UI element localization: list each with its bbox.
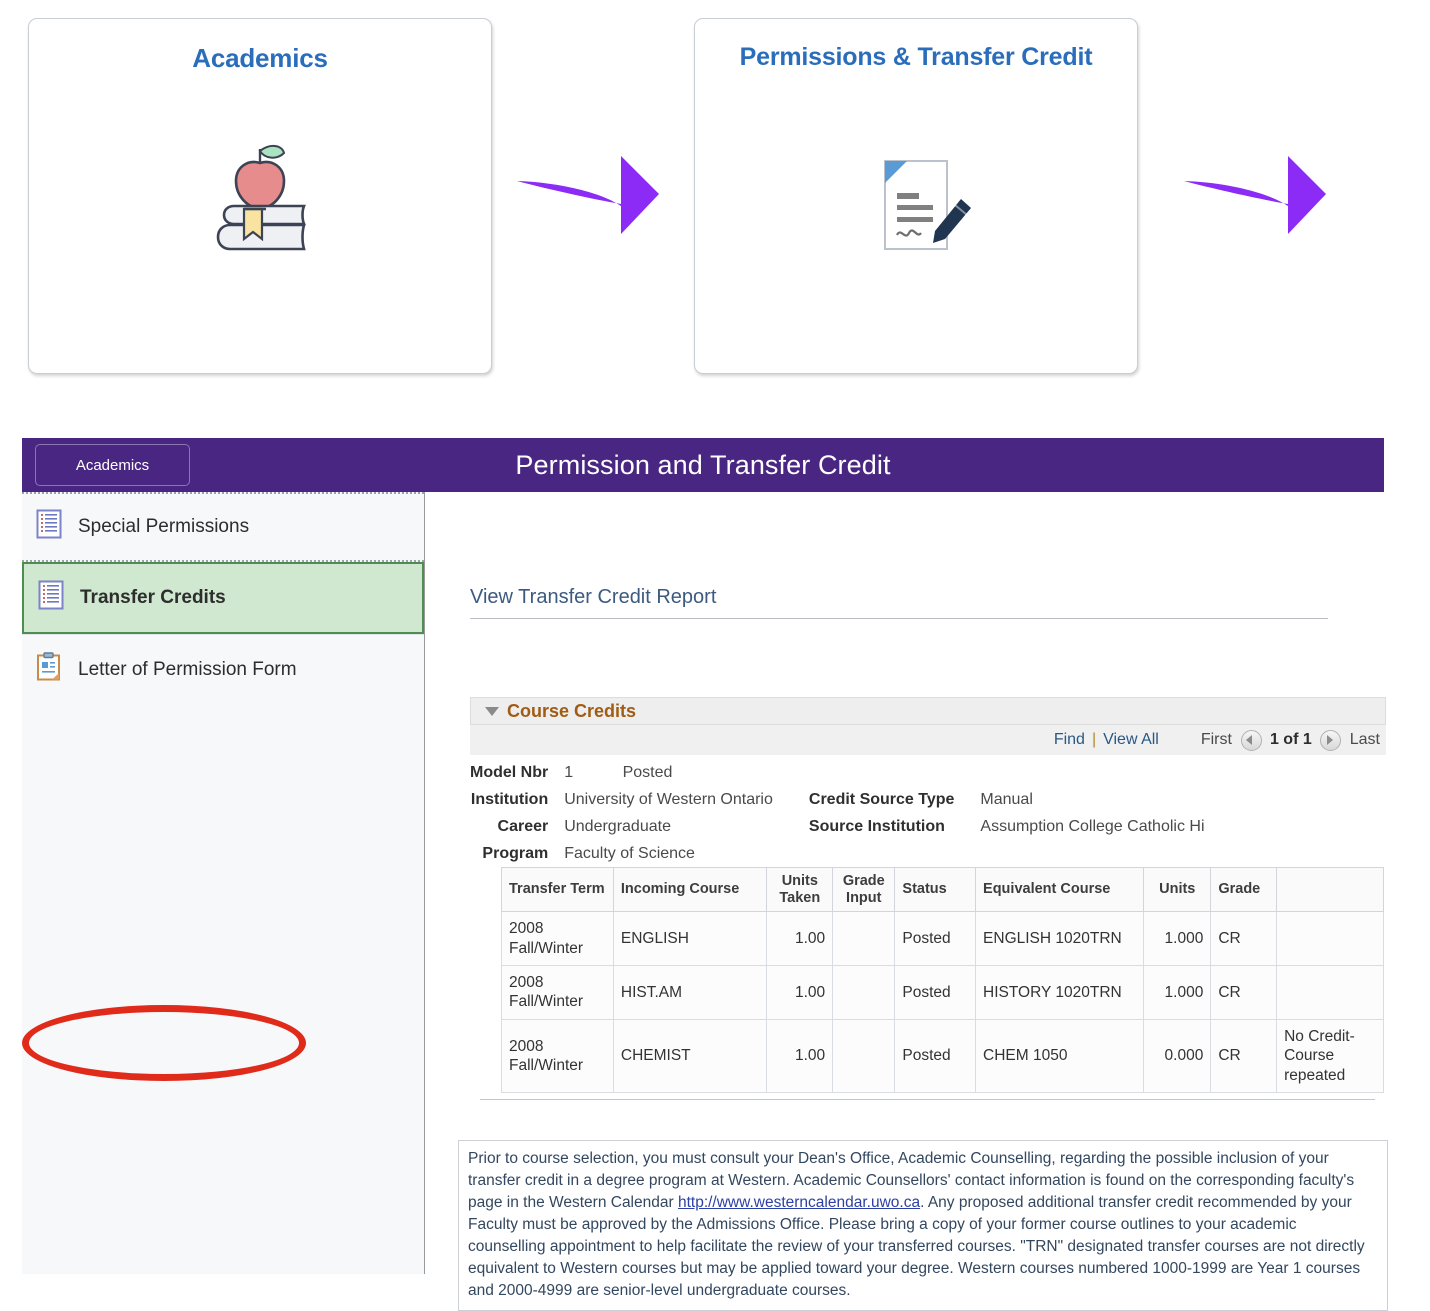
career-label: Career — [497, 818, 549, 835]
curved-right-arrow-icon-2 — [1180, 148, 1330, 248]
credit-source-type-value: Manual — [980, 791, 1033, 808]
institution-label: Institution — [470, 791, 549, 808]
right-triangle-icon[interactable] — [1319, 729, 1341, 751]
table-row: 2008 Fall/Winter ENGLISH 1.00 Posted ENG… — [501, 911, 1384, 967]
cell-units-taken: 1.00 — [766, 965, 834, 1020]
course-credits-label: Course Credits — [507, 700, 637, 721]
cell-transfer-term: 2008 Fall/Winter — [501, 965, 614, 1020]
sidebar-item-label: Special Permissions — [78, 516, 250, 537]
cell-units: 0.000 — [1143, 1018, 1212, 1093]
last-label[interactable]: Last — [1350, 731, 1380, 749]
cell-units: 1.000 — [1143, 911, 1212, 967]
col-incoming-course: Incoming Course — [612, 866, 768, 913]
col-units: Units — [1143, 866, 1212, 913]
col-equivalent-course: Equivalent Course — [975, 866, 1145, 913]
cell-incoming-course: ENGLISH — [612, 911, 768, 967]
tile-flow-row: Academics Permissions & Transfer Credit — [0, 0, 1430, 400]
model-info-row: Career Undergraduate Source Institution … — [470, 818, 1241, 845]
source-institution-label: Source Institution — [808, 818, 945, 835]
institution-value: University of Western Ontario — [564, 791, 773, 808]
table-row: 2008 Fall/Winter HIST.AM 1.00 Posted HIS… — [501, 965, 1384, 1020]
sidebar-item-transfer-credits[interactable]: Transfer Credits — [22, 562, 424, 634]
cell-status: Posted — [894, 965, 977, 1020]
col-grade: Grade — [1210, 866, 1278, 913]
cell-grade-input — [832, 911, 896, 967]
list-document-icon — [36, 509, 62, 545]
model-nbr-value: 1 — [564, 764, 574, 781]
cell-equivalent-course: CHEM 1050 — [975, 1018, 1145, 1093]
table-row: 2008 Fall/Winter CHEMIST 1.00 Posted CHE… — [501, 1018, 1384, 1093]
cell-note: No Credit-Course repeated — [1276, 1018, 1384, 1093]
source-institution-value: Assumption College Catholic Hi — [980, 818, 1205, 835]
disclaimer-box: Prior to course selection, you must cons… — [458, 1140, 1388, 1311]
cell-equivalent-course: HISTORY 1020TRN — [975, 965, 1145, 1020]
sidebar-item-special-permissions[interactable]: Special Permissions — [22, 492, 424, 562]
col-transfer-term: Transfer Term — [501, 866, 614, 913]
model-nbr-row: Model Nbr 1 Posted — [470, 764, 1241, 791]
credit-source-type-label: Credit Source Type — [808, 791, 955, 808]
cell-grade: CR — [1210, 965, 1278, 1020]
sidebar-item-label: Transfer Credits — [80, 587, 226, 608]
page-heading: View Transfer Credit Report — [470, 586, 1328, 619]
main-content: View Transfer Credit Report Course Credi… — [425, 492, 1388, 1311]
sidebar-nav: Special Permissions Transfer Credits Let… — [22, 492, 425, 1274]
cell-grade: CR — [1210, 1018, 1278, 1093]
list-document-icon — [38, 580, 64, 616]
peoplesoft-panel: Permission and Transfer Credit Academics — [22, 438, 1388, 1311]
career-value: Undergraduate — [564, 818, 671, 835]
cell-incoming-course: CHEMIST — [612, 1018, 768, 1093]
cell-equivalent-course: ENGLISH 1020TRN — [975, 911, 1145, 967]
cell-note — [1276, 911, 1384, 967]
view-all-link[interactable]: View All — [1103, 731, 1159, 749]
curved-right-arrow-icon — [513, 148, 663, 248]
panel-header-bar: Permission and Transfer Credit Academics — [22, 438, 1384, 492]
western-calendar-link[interactable]: http://www.westerncalendar.uwo.ca — [678, 1194, 920, 1211]
left-triangle-icon[interactable] — [1240, 729, 1262, 751]
page-title: Permission and Transfer Credit — [515, 450, 891, 480]
col-status: Status — [894, 866, 977, 913]
cell-incoming-course: HIST.AM — [612, 965, 768, 1020]
clipboard-form-icon — [36, 651, 62, 688]
cell-units: 1.000 — [1143, 965, 1212, 1020]
model-status-value: Posted — [622, 764, 673, 781]
page-count: 1 of 1 — [1269, 731, 1312, 748]
tile-permissions-title: Permissions & Transfer Credit — [739, 43, 1093, 71]
model-info-row: Institution University of Western Ontari… — [470, 791, 1241, 818]
pagination-strip: Find | View All First 1 of 1 Last — [470, 725, 1386, 755]
table-header-row: Transfer Term Incoming Course Units Take… — [501, 866, 1384, 913]
tile-academics[interactable]: Academics — [28, 18, 492, 374]
cell-grade: CR — [1210, 911, 1278, 967]
section-divider — [480, 1099, 1375, 1100]
cell-grade-input — [832, 1018, 896, 1093]
col-units-taken: Units Taken — [766, 866, 834, 913]
cell-status: Posted — [894, 911, 977, 967]
tile-permissions-transfer-credit[interactable]: Permissions & Transfer Credit — [694, 18, 1138, 374]
pager-separator: | — [1091, 731, 1097, 748]
cell-transfer-term: 2008 Fall/Winter — [501, 911, 614, 967]
cell-transfer-term: 2008 Fall/Winter — [501, 1018, 614, 1093]
cell-status: Posted — [894, 1018, 977, 1093]
cell-note — [1276, 965, 1384, 1020]
cell-units-taken: 1.00 — [766, 1018, 834, 1093]
tile-academics-title: Academics — [192, 43, 328, 73]
transfer-credit-table: Transfer Term Incoming Course Units Take… — [501, 866, 1384, 1093]
cell-grade-input — [832, 965, 896, 1020]
breadcrumb-academics-button[interactable]: Academics — [35, 444, 190, 486]
course-credits-group-header[interactable]: Course Credits — [470, 697, 1386, 725]
col-note — [1276, 866, 1384, 913]
model-info-block: Model Nbr 1 Posted Institution Universit… — [470, 764, 1386, 872]
sidebar-item-label: Letter of Permission Form — [78, 658, 297, 680]
signed-document-icon — [695, 124, 1137, 284]
sidebar-item-letter-of-permission-form[interactable]: Letter of Permission Form — [22, 634, 424, 704]
first-label[interactable]: First — [1201, 731, 1232, 749]
model-nbr-label: Model Nbr — [470, 764, 549, 781]
cell-units-taken: 1.00 — [766, 911, 834, 967]
find-link[interactable]: Find — [1054, 731, 1085, 749]
apple-on-books-icon — [29, 124, 491, 284]
col-grade-input: Grade Input — [832, 866, 896, 913]
collapse-triangle-icon[interactable] — [485, 706, 499, 716]
